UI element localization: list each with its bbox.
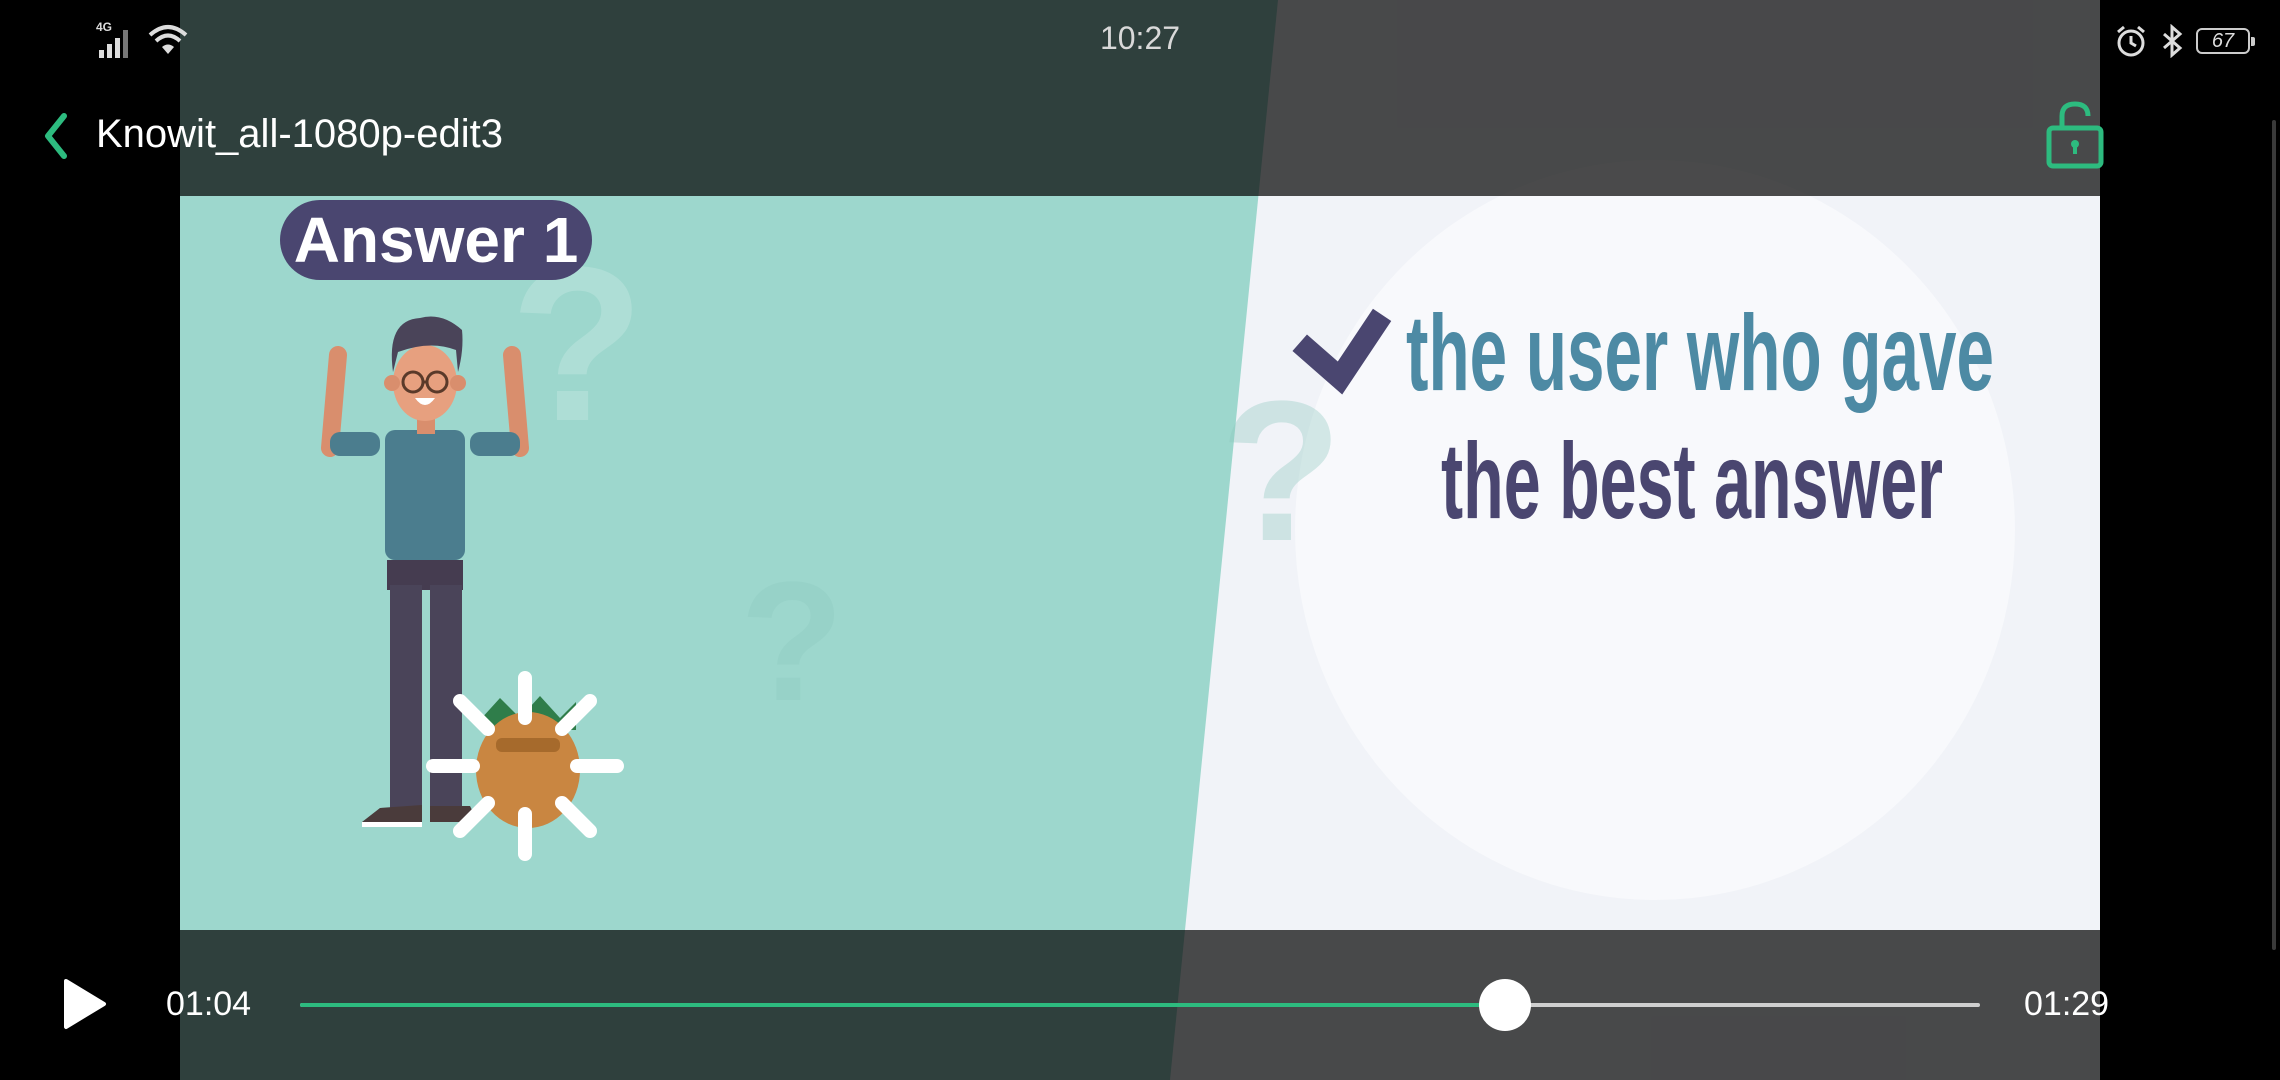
- bluetooth-icon: [2163, 24, 2183, 58]
- alarm-icon: [2117, 25, 2145, 57]
- total-duration: 01:29: [2024, 985, 2110, 1023]
- svg-text:?: ?: [740, 547, 844, 737]
- battery-level: 67: [2211, 29, 2235, 52]
- svg-text:?: ?: [1220, 360, 1342, 583]
- chevron-left-icon: [45, 113, 67, 159]
- status-time: 10:27: [1099, 20, 1181, 56]
- seek-progress: [300, 1003, 1505, 1007]
- play-button[interactable]: [58, 976, 110, 1032]
- seek-bar[interactable]: [300, 979, 1980, 1031]
- headline-line-2: the best answer: [1441, 420, 1943, 541]
- status-right: 67: [2114, 22, 2255, 60]
- video-title: Knowit_all-1080p-edit3: [96, 112, 503, 156]
- answer-badge-text: Answer 1: [294, 204, 579, 276]
- unlock-icon: [2046, 101, 2104, 169]
- edge-scroll-indicator: [2272, 120, 2276, 950]
- play-icon: [64, 979, 106, 1029]
- seek-thumb[interactable]: [1478, 979, 1531, 1031]
- back-button[interactable]: [36, 108, 76, 164]
- battery-indicator: 67: [2196, 28, 2255, 54]
- screen-lock-button[interactable]: [2044, 100, 2106, 170]
- current-time: 01:04: [166, 985, 252, 1023]
- headline-line-1: the user who gave: [1406, 292, 1994, 413]
